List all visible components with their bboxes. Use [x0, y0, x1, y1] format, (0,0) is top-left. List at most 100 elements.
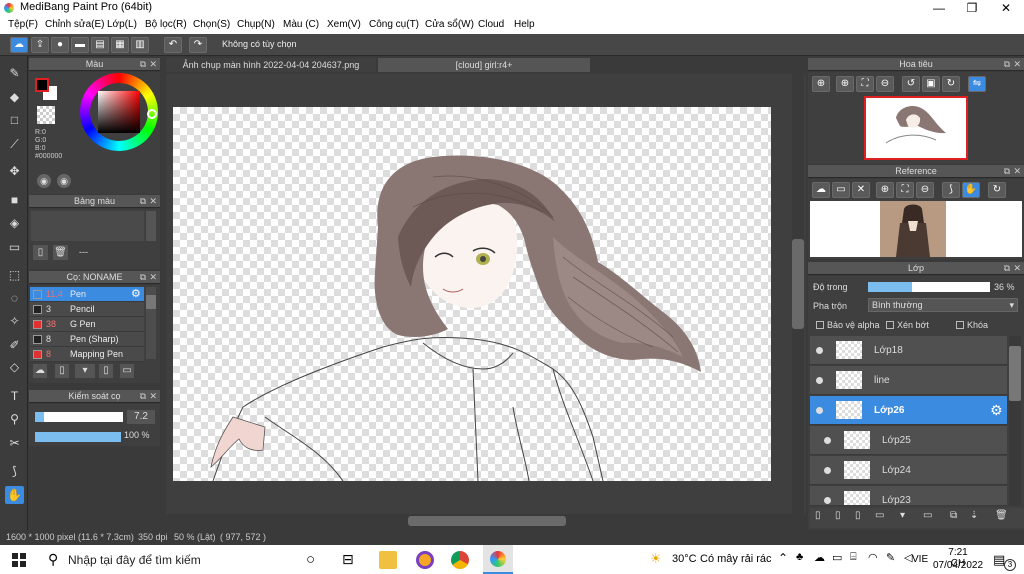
new-folder-layer-icon[interactable]: ▭ [875, 510, 884, 521]
reset-icon[interactable]: ▣ [922, 76, 940, 92]
brush-opacity-slider[interactable] [35, 432, 121, 442]
brush-item[interactable]: 3 Pencil [30, 302, 144, 317]
grid-icon[interactable]: ▦ [111, 37, 129, 53]
zoom-out-icon[interactable]: ⊖ [876, 76, 894, 92]
undock-icon[interactable]: ⧉ [140, 195, 146, 208]
transparent-color-swatch[interactable] [37, 106, 55, 124]
hand-icon[interactable]: ✋ [962, 182, 980, 198]
palette-area[interactable] [31, 211, 144, 241]
message-icon[interactable]: ▬ [71, 37, 89, 53]
merge-layer-icon[interactable]: ⇣ [970, 510, 978, 521]
lock-checkbox[interactable]: Khóa [956, 320, 988, 330]
palette-scrollbar[interactable] [146, 211, 156, 241]
fit-icon[interactable]: ⛶ [856, 76, 874, 92]
layer-row[interactable]: Lớp24 [810, 456, 1007, 485]
page-icon[interactable]: ▤ [91, 37, 109, 53]
cloud-icon[interactable]: ☁ [10, 37, 28, 53]
select-tool-icon[interactable]: ⬚ [5, 266, 24, 284]
brush-tool-icon[interactable]: ✎ [5, 64, 24, 82]
visibility-icon[interactable] [824, 497, 831, 504]
brush-size-slider[interactable] [35, 412, 123, 422]
fit-icon[interactable]: ⛶ [896, 182, 914, 198]
maximize-button[interactable]: ❐ [955, 0, 989, 16]
brush-folder-icon[interactable]: ▭ [120, 364, 134, 378]
brush-item[interactable]: 11.4 Pen ⚙ [30, 287, 144, 302]
brush-menu-icon[interactable]: ▾ [75, 364, 95, 378]
visibility-icon[interactable] [816, 347, 823, 354]
menu-help[interactable]: Help [514, 19, 535, 30]
brush-item[interactable]: 38 G Pen [30, 317, 144, 332]
operation-tool-icon[interactable]: ⚲ [5, 410, 24, 428]
undock-icon[interactable]: ⧉ [140, 58, 146, 71]
close-panel-icon[interactable]: ✕ [1013, 165, 1021, 178]
menu-filter[interactable]: Bộ lọc(R) [145, 19, 187, 30]
visibility-icon[interactable] [824, 467, 831, 474]
delete-palette-icon[interactable]: 🗑 [53, 245, 68, 260]
gear-icon[interactable]: ⚙ [131, 287, 141, 302]
layer-opacity-slider[interactable] [868, 282, 990, 292]
tab-screenshot[interactable]: Ảnh chụp màn hình 2022-04-04 204637.png [166, 58, 376, 72]
duplicate-layer-icon[interactable]: ⧉ [950, 510, 957, 521]
saturation-value-square[interactable] [98, 91, 140, 133]
zoom-in-icon[interactable]: ⊕ [876, 182, 894, 198]
move-tool-icon[interactable]: ✥ [5, 162, 24, 180]
task-view-icon[interactable]: ⊟ [342, 551, 354, 568]
undo-icon[interactable]: ↶ [164, 37, 182, 53]
undock-icon[interactable]: ⧉ [140, 271, 146, 284]
zoom-out-icon[interactable]: ⊖ [916, 182, 934, 198]
close-reference-icon[interactable]: ✕ [852, 182, 870, 198]
tab-cloud-girl[interactable]: [cloud] girl:r4+ [378, 58, 590, 72]
shape-tool-icon[interactable]: □ [5, 111, 24, 129]
menu-view[interactable]: Xem(V) [327, 19, 361, 30]
undock-icon[interactable]: ⧉ [140, 390, 146, 403]
comment-icon[interactable]: ● [51, 37, 69, 53]
close-panel-icon[interactable]: ✕ [149, 271, 157, 284]
brush-scrollbar[interactable] [146, 287, 156, 359]
medibang-taskbar-button[interactable] [483, 545, 513, 574]
layer-menu-icon[interactable]: ▾ [900, 510, 905, 521]
line-tool-icon[interactable]: ⟋ [5, 135, 24, 153]
chevron-up-icon[interactable]: ⌃ [778, 551, 788, 565]
close-panel-icon[interactable]: ✕ [149, 195, 157, 208]
brush-item[interactable]: 8 Mapping Pen [30, 347, 144, 362]
reference-image-area[interactable] [810, 201, 1022, 257]
new-layer-icon[interactable]: ▯ [815, 510, 821, 521]
rotate-icon[interactable]: ↻ [988, 182, 1006, 198]
select-eraser-icon[interactable]: ◇ [5, 358, 24, 376]
menu-color[interactable]: Màu (C) [283, 19, 319, 30]
magic-wand-icon[interactable]: ✧ [5, 312, 24, 330]
chrome-icon[interactable] [451, 551, 469, 569]
protect-alpha-checkbox[interactable]: Bảo vệ alpha [816, 320, 880, 330]
save-icon[interactable]: ⇪ [31, 37, 49, 53]
network-icon[interactable]: ⌸ [850, 551, 857, 564]
flip-icon[interactable]: ⇋ [968, 76, 986, 92]
menu-layer[interactable]: Lớp(L) [107, 19, 137, 30]
close-panel-icon[interactable]: ✕ [1013, 58, 1021, 71]
panel-icon[interactable]: ▥ [131, 37, 149, 53]
gear-icon[interactable]: ⚙ [990, 396, 1003, 424]
new-palette-icon[interactable]: ▯ [33, 245, 48, 260]
language-indicator[interactable]: VIE [912, 554, 928, 565]
foreground-color-swatch[interactable] [35, 78, 49, 92]
zoom-in-icon[interactable]: ⊕ [812, 76, 830, 92]
layer-row[interactable]: Lớp18 [810, 336, 1007, 365]
minimize-button[interactable]: — [922, 0, 956, 16]
select-pen-icon[interactable]: ✐ [5, 336, 24, 354]
brush-size-value[interactable]: 7.2 [127, 410, 155, 424]
windows-start-icon[interactable] [12, 553, 26, 567]
color-add-icon[interactable]: ◉ [57, 174, 71, 188]
delete-layer-icon[interactable]: 🗑 [995, 510, 1008, 521]
drawing-canvas[interactable] [173, 107, 771, 481]
close-panel-icon[interactable]: ✕ [149, 58, 157, 71]
cloud-icon[interactable]: ☁ [812, 182, 830, 198]
undock-icon[interactable]: ⧉ [1004, 58, 1010, 71]
layer-scrollbar[interactable] [1009, 336, 1021, 506]
brush-item[interactable]: 8 Pen (Sharp) [30, 332, 144, 347]
clip-checkbox[interactable]: Xén bớt [886, 320, 929, 330]
new-8bit-layer-icon[interactable]: ▯ [855, 510, 861, 521]
zoom-in-icon[interactable]: ⊕ [836, 76, 854, 92]
people-icon[interactable]: ♣ [796, 551, 803, 563]
close-panel-icon[interactable]: ✕ [149, 390, 157, 403]
layer-row[interactable]: Lớp25 [810, 426, 1007, 455]
browser-icon[interactable] [416, 551, 434, 569]
